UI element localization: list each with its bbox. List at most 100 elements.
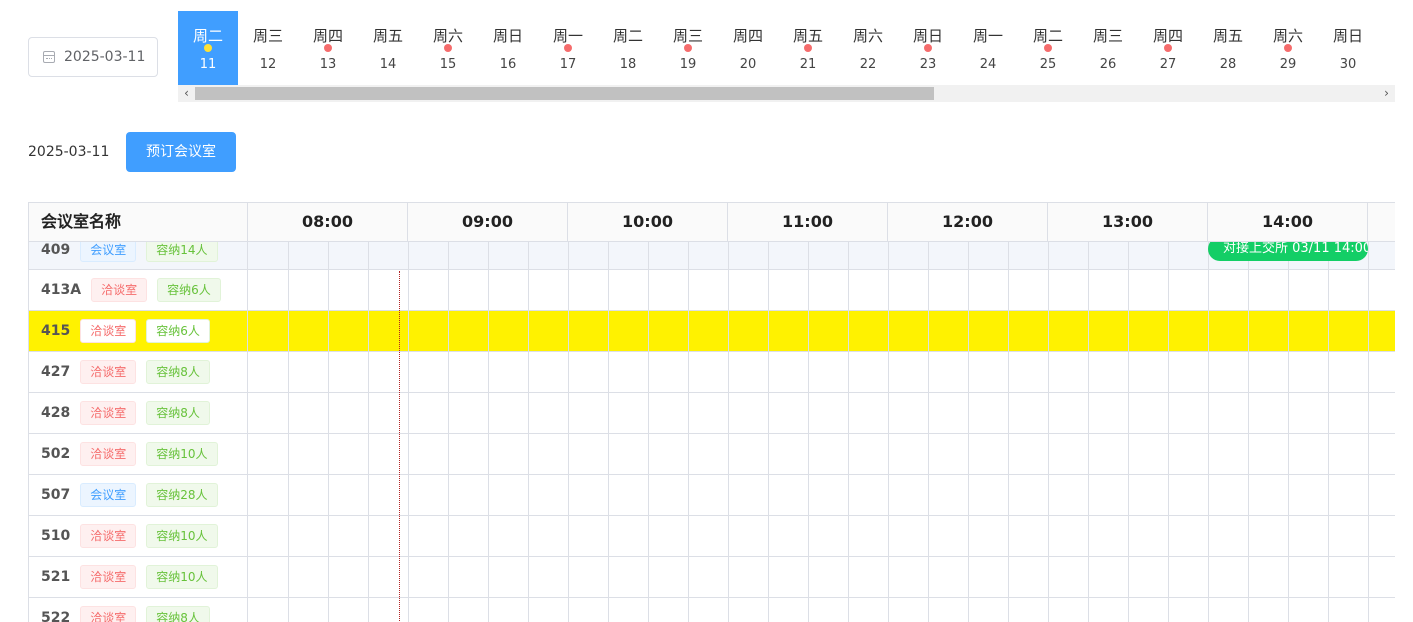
day-strip-track: 周二 11 周三 12 周四 13 周五 14 周六 15 周日 16 周一 17 周二 18 周三 19 周四 20… bbox=[178, 11, 1395, 85]
room-row[interactable]: 428 洽谈室 容纳8人 bbox=[29, 393, 1395, 434]
date-picker[interactable]: 2025-03-11 bbox=[28, 37, 158, 77]
time-slot-divider bbox=[1128, 434, 1129, 474]
room-row[interactable]: 507 会议室 容纳28人 bbox=[29, 475, 1395, 516]
day-number: 29 bbox=[1279, 57, 1297, 72]
day-item[interactable]: 周日 16 bbox=[478, 11, 538, 85]
time-slot-divider bbox=[768, 270, 769, 310]
capacity-tag: 容纳28人 bbox=[146, 483, 218, 507]
time-slot-divider bbox=[968, 475, 969, 515]
room-number: 427 bbox=[41, 364, 71, 380]
time-slot-divider bbox=[728, 516, 729, 556]
time-slot-divider bbox=[928, 270, 929, 310]
time-slot-divider bbox=[568, 434, 569, 474]
day-item[interactable]: 周一 24 bbox=[958, 11, 1018, 85]
day-item[interactable]: 周日 30 bbox=[1318, 11, 1378, 85]
day-item[interactable]: 周六 22 bbox=[838, 11, 898, 85]
time-slot-divider bbox=[408, 434, 409, 474]
time-slot-divider bbox=[1288, 434, 1289, 474]
time-slot-divider bbox=[408, 598, 409, 622]
day-item[interactable]: 周五 28 bbox=[1198, 11, 1258, 85]
day-item[interactable]: 周二 18 bbox=[598, 11, 658, 85]
time-slot-divider bbox=[688, 311, 689, 351]
room-row[interactable]: 521 洽谈室 容纳10人 bbox=[29, 557, 1395, 598]
time-slot-divider bbox=[1368, 557, 1369, 597]
day-item[interactable]: 周一 17 bbox=[538, 11, 598, 85]
time-slot-divider bbox=[1208, 557, 1209, 597]
time-slot-divider bbox=[928, 475, 929, 515]
time-slot-divider bbox=[488, 557, 489, 597]
time-slot-divider bbox=[1088, 311, 1089, 351]
time-slot-divider bbox=[1008, 434, 1009, 474]
day-number: 11 bbox=[199, 57, 217, 72]
room-row[interactable]: 522 洽谈室 容纳8人 bbox=[29, 598, 1395, 622]
time-slot-divider bbox=[1048, 311, 1049, 351]
time-slot-divider bbox=[1368, 352, 1369, 392]
day-item[interactable]: 周四 20 bbox=[718, 11, 778, 85]
time-slot-divider bbox=[1168, 311, 1169, 351]
time-slot-divider bbox=[1368, 516, 1369, 556]
day-item[interactable]: 周 bbox=[1378, 11, 1395, 85]
time-slot-divider bbox=[688, 516, 689, 556]
time-slot-divider bbox=[648, 270, 649, 310]
room-row[interactable]: 502 洽谈室 容纳10人 bbox=[29, 434, 1395, 475]
time-slot-divider bbox=[688, 598, 689, 622]
time-slot-divider bbox=[528, 434, 529, 474]
event-dot-icon bbox=[204, 44, 212, 52]
time-slot-divider bbox=[1328, 270, 1329, 310]
time-slot-divider bbox=[1168, 270, 1169, 310]
time-slot-divider bbox=[368, 311, 369, 351]
time-slot-divider bbox=[608, 516, 609, 556]
time-slot-divider bbox=[1008, 516, 1009, 556]
day-item[interactable]: 周三 19 bbox=[658, 11, 718, 85]
day-strip: 周二 11 周三 12 周四 13 周五 14 周六 15 周日 16 周一 17 周二 18 周三 19 周四 20… bbox=[178, 11, 1395, 103]
time-slot-divider bbox=[1128, 598, 1129, 622]
day-strip-scrollbar[interactable]: ‹ › bbox=[178, 85, 1395, 102]
day-item[interactable]: 周三 12 bbox=[238, 11, 298, 85]
day-item[interactable]: 周五 14 bbox=[358, 11, 418, 85]
time-slot-divider bbox=[1088, 270, 1089, 310]
day-item[interactable]: 周六 15 bbox=[418, 11, 478, 85]
room-row[interactable]: 427 洽谈室 容纳8人 bbox=[29, 352, 1395, 393]
room-rows: 409 会议室 容纳14人 413A 洽谈室 容纳6人 415 洽谈室 容纳6人 427 洽谈室 容纳… bbox=[29, 231, 1395, 622]
room-number: 521 bbox=[41, 569, 71, 585]
scroll-right-icon[interactable]: › bbox=[1378, 85, 1395, 102]
time-slot-divider bbox=[328, 311, 329, 351]
time-slot-divider bbox=[1008, 598, 1009, 622]
day-item[interactable]: 周四 27 bbox=[1138, 11, 1198, 85]
time-slot-divider bbox=[928, 352, 929, 392]
capacity-tag: 容纳10人 bbox=[146, 524, 218, 548]
time-slot-divider bbox=[848, 475, 849, 515]
day-item[interactable]: 周五 21 bbox=[778, 11, 838, 85]
day-number: 26 bbox=[1099, 57, 1117, 72]
time-slot-divider bbox=[1288, 557, 1289, 597]
day-item[interactable]: 周三 26 bbox=[1078, 11, 1138, 85]
day-item[interactable]: 周二 11 bbox=[178, 11, 238, 85]
time-slot-divider bbox=[488, 516, 489, 556]
room-name-cell: 521 洽谈室 容纳10人 bbox=[29, 557, 248, 597]
time-slot-divider bbox=[448, 434, 449, 474]
time-slot-divider bbox=[568, 352, 569, 392]
time-slot-divider bbox=[448, 598, 449, 622]
room-row[interactable]: 510 洽谈室 容纳10人 bbox=[29, 516, 1395, 557]
day-item[interactable]: 周二 25 bbox=[1018, 11, 1078, 85]
time-slot-divider bbox=[1048, 434, 1049, 474]
room-row[interactable]: 413A 洽谈室 容纳6人 bbox=[29, 270, 1395, 311]
scroll-left-icon[interactable]: ‹ bbox=[178, 85, 195, 102]
time-slot-divider bbox=[288, 598, 289, 622]
day-item[interactable]: 周日 23 bbox=[898, 11, 958, 85]
time-slot-divider bbox=[688, 434, 689, 474]
scrollbar-thumb[interactable] bbox=[195, 87, 934, 100]
time-slot-divider bbox=[1248, 434, 1249, 474]
time-slot-divider bbox=[1248, 475, 1249, 515]
room-row[interactable]: 415 洽谈室 容纳6人 bbox=[29, 311, 1395, 352]
room-type-tag: 会议室 bbox=[80, 483, 137, 507]
day-item[interactable]: 周四 13 bbox=[298, 11, 358, 85]
time-slot-divider bbox=[328, 434, 329, 474]
time-slot-divider bbox=[448, 393, 449, 433]
book-room-button[interactable]: 预订会议室 bbox=[126, 132, 236, 172]
time-slot-divider bbox=[568, 475, 569, 515]
time-slot-divider bbox=[1088, 557, 1089, 597]
day-item[interactable]: 周六 29 bbox=[1258, 11, 1318, 85]
event-dot-icon bbox=[1044, 44, 1052, 52]
time-slot-divider bbox=[328, 516, 329, 556]
